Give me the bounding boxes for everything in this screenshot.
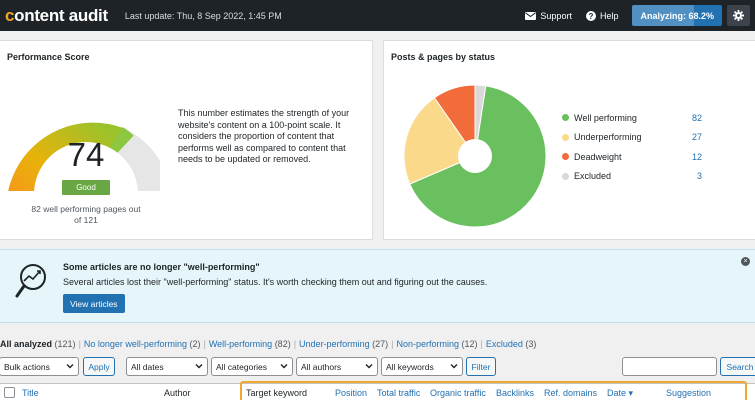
help-link[interactable]: ? Help	[585, 10, 618, 21]
chevron-down-icon	[450, 364, 458, 369]
settings-button[interactable]	[727, 5, 750, 26]
envelope-icon	[525, 11, 537, 20]
view-link-well-performing[interactable]: Well-performing	[209, 339, 272, 349]
notice-title: Some articles are no longer "well-perfor…	[63, 262, 260, 272]
view-count: (12)	[461, 339, 478, 349]
performance-description: This number estimates the strength of yo…	[178, 108, 350, 164]
svg-text:?: ?	[589, 12, 594, 21]
view-link-non-performing[interactable]: Non-performing	[396, 339, 459, 349]
view-count: (82)	[274, 339, 291, 349]
view-link-excluded[interactable]: Excluded	[486, 339, 523, 349]
legend-value[interactable]: 27	[692, 132, 702, 142]
view-count: (121)	[54, 339, 76, 349]
chevron-down-icon	[66, 364, 74, 369]
select-all-checkbox[interactable]	[4, 387, 15, 398]
view-count: (2)	[189, 339, 201, 349]
search-input[interactable]	[622, 357, 717, 376]
performance-notice: Some articles are no longer "well-perfor…	[0, 249, 755, 323]
legend-label: Underperforming	[574, 132, 642, 143]
status-legend: Well performing 82 Underperforming 27 Deadwe…	[562, 108, 702, 186]
view-link-under-performing[interactable]: Under-performing	[299, 339, 370, 349]
legend-label: Excluded	[574, 171, 612, 182]
chevron-down-icon	[365, 364, 373, 369]
view-link-no-longer-well-performing[interactable]: No longer well-performing	[84, 339, 187, 349]
legend-label: Deadweight	[574, 151, 622, 162]
legend-dot	[562, 114, 569, 122]
view-count: (3)	[525, 339, 537, 349]
analyzing-progress-button[interactable]: Analyzing: 68.2%	[632, 5, 722, 26]
top-bar: content audit Last update: Thu, 8 Sep 20…	[0, 0, 755, 31]
performance-score-card: Performance Score 74 Good 82 well perfor…	[0, 40, 373, 240]
dismiss-notice-icon[interactable]: ×	[741, 257, 750, 266]
score-rating-badge: Good	[62, 180, 110, 195]
performance-score-value: 74	[67, 136, 105, 173]
support-link[interactable]: Support	[525, 11, 572, 21]
legend-dot	[562, 153, 569, 161]
status-views-nav: All analyzed (121) | No longer well-perfor…	[0, 339, 536, 349]
gear-icon	[733, 10, 744, 21]
app-logo[interactable]: content audit	[5, 6, 108, 26]
column-author: Author	[164, 388, 191, 398]
posts-by-status-title: Posts & pages by status	[391, 52, 496, 62]
filter-button[interactable]: Filter	[466, 357, 496, 376]
search-button[interactable]: Search	[720, 357, 755, 376]
keywords-filter-select[interactable]: All keywords	[381, 357, 463, 376]
legend-value[interactable]: 3	[697, 171, 702, 181]
apply-button[interactable]: Apply	[83, 357, 115, 376]
legend-dot	[562, 133, 569, 141]
legend-value[interactable]: 82	[692, 113, 702, 123]
magnifier-trend-icon	[15, 264, 46, 298]
views-separator: |	[203, 339, 206, 349]
status-donut-chart	[403, 84, 547, 228]
well-performing-pages-count: 82 well performing pages out of 121	[31, 204, 141, 225]
categories-filter-select[interactable]: All categories	[211, 357, 293, 376]
legend-dot	[562, 172, 569, 180]
views-separator: |	[391, 339, 394, 349]
posts-by-status-card: Posts & pages by status Well performing 8…	[383, 40, 755, 240]
chevron-down-icon	[280, 364, 288, 369]
column-title[interactable]: Title	[22, 388, 39, 398]
notice-text: Several articles lost their "well-perfor…	[63, 277, 488, 287]
views-separator: |	[480, 339, 483, 349]
views-separator: |	[78, 339, 81, 349]
authors-filter-select[interactable]: All authors	[296, 357, 378, 376]
legend-item: Underperforming 27	[562, 128, 702, 148]
legend-label: Well performing	[574, 112, 637, 123]
legend-item: Well performing 82	[562, 108, 702, 128]
legend-value[interactable]: 12	[692, 152, 702, 162]
chevron-down-icon	[195, 364, 203, 369]
bulk-actions-select[interactable]: Bulk actions	[0, 357, 79, 376]
performance-score-title: Performance Score	[7, 52, 90, 62]
view-count: (27)	[372, 339, 389, 349]
legend-item: Deadweight 12	[562, 147, 702, 167]
last-update-text: Last update: Thu, 8 Sep 2022, 1:45 PM	[124, 10, 282, 21]
view-link-all-analyzed[interactable]: All analyzed	[0, 339, 52, 349]
legend-item: Excluded 3	[562, 167, 702, 187]
views-separator: |	[293, 339, 297, 349]
donut-hole	[458, 139, 492, 173]
dates-filter-select[interactable]: All dates	[126, 357, 208, 376]
view-articles-button[interactable]: View articles	[63, 294, 125, 313]
question-circle-icon: ?	[585, 10, 596, 21]
highlighted-columns-outline	[240, 381, 747, 400]
